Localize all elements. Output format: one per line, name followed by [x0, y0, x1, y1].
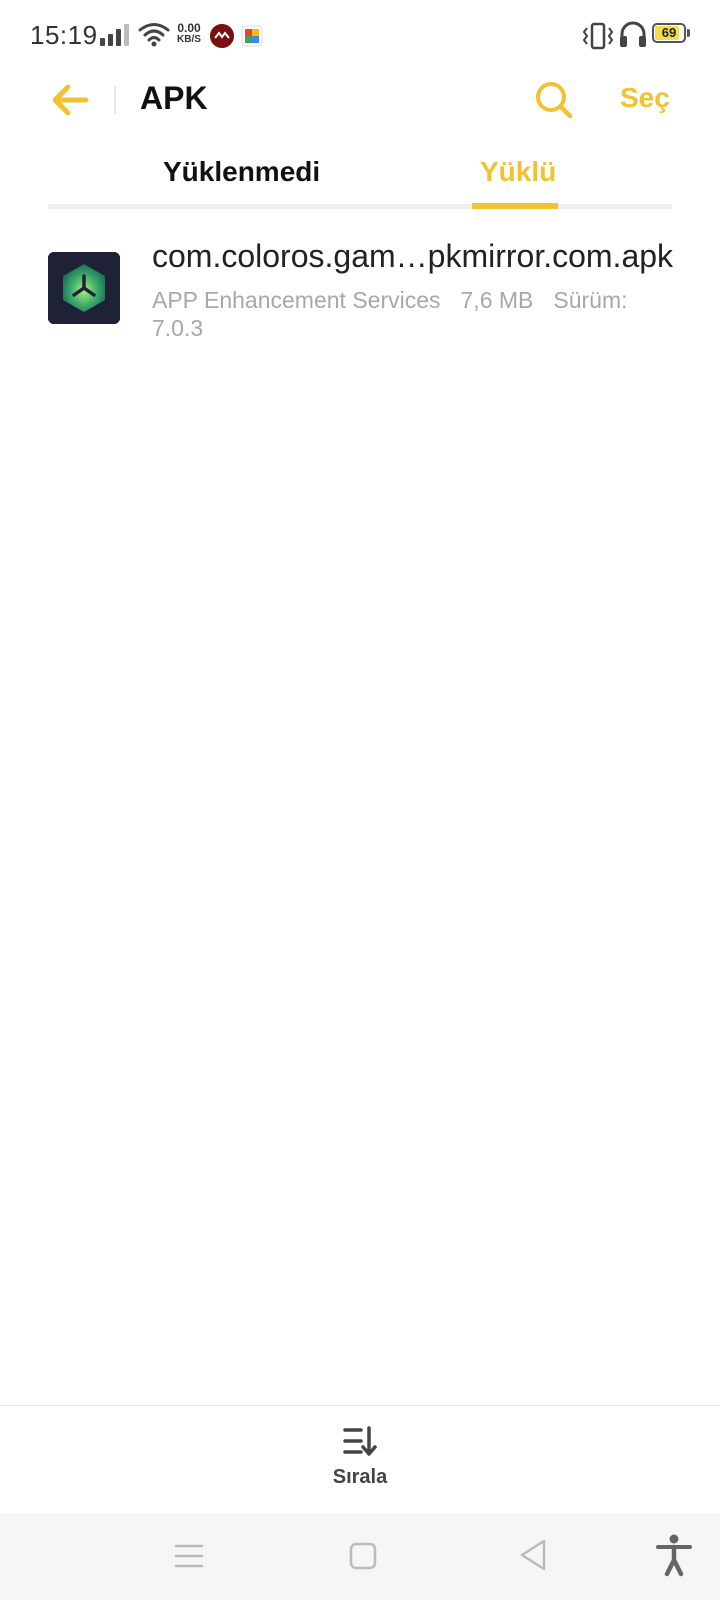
file-app-name: APP Enhancement Services: [152, 287, 441, 313]
vibrate-icon: [582, 22, 614, 50]
title-divider: [114, 86, 116, 114]
select-button[interactable]: Seç: [620, 82, 670, 114]
list-item[interactable]: com.coloros.gam…pkmirror.com.apk APP Enh…: [48, 238, 678, 348]
status-bar: 15:19 0.00 KB/S 69: [0, 0, 720, 72]
back-arrow-icon[interactable]: [48, 80, 92, 120]
menu-icon[interactable]: [172, 1541, 206, 1571]
battery-icon: 69: [652, 23, 692, 47]
tab-track: [48, 204, 672, 209]
bottom-toolbar: Sırala: [0, 1405, 720, 1514]
wifi-icon: [138, 23, 170, 47]
sort-button[interactable]: Sırala: [320, 1424, 400, 1504]
sort-label: Sırala: [332, 1466, 388, 1488]
net-speed-unit: KB/S: [177, 34, 201, 45]
tab-active-indicator: [472, 203, 558, 209]
navigation-bar: [0, 1513, 720, 1600]
battery-level: 69: [661, 25, 677, 40]
status-time: 15:19: [30, 20, 98, 50]
back-triangle-icon[interactable]: [516, 1537, 550, 1573]
accessibility-icon[interactable]: [654, 1533, 694, 1577]
signal-icon: [100, 24, 129, 46]
app-bar: APK Seç: [0, 72, 720, 128]
file-name: com.coloros.gam…pkmirror.com.apk: [152, 238, 674, 274]
notification-puzzle-icon: [241, 25, 263, 47]
apk-app-icon: [48, 252, 120, 324]
tab-installed[interactable]: Yüklü: [480, 156, 556, 188]
net-speed: 0.00 KB/S: [172, 22, 206, 46]
tab-bar: Yüklenmedi Yüklü: [48, 150, 672, 210]
page-title: APK: [140, 80, 208, 116]
tab-not-installed[interactable]: Yüklenmedi: [163, 156, 320, 188]
file-size: 7,6 MB: [460, 287, 534, 313]
headset-icon: [620, 21, 646, 47]
screen: 15:19 0.00 KB/S 69 APK Seç Yüklenmedi Yü…: [0, 0, 720, 1600]
search-icon[interactable]: [532, 78, 576, 122]
file-meta: APP Enhancement Services 7,6 MB Sürüm: 7.0…: [152, 286, 678, 342]
notification-app-icon: [210, 24, 234, 48]
net-speed-value: 0.00: [177, 21, 201, 35]
home-icon[interactable]: [346, 1539, 380, 1573]
sort-icon: [343, 1426, 377, 1456]
